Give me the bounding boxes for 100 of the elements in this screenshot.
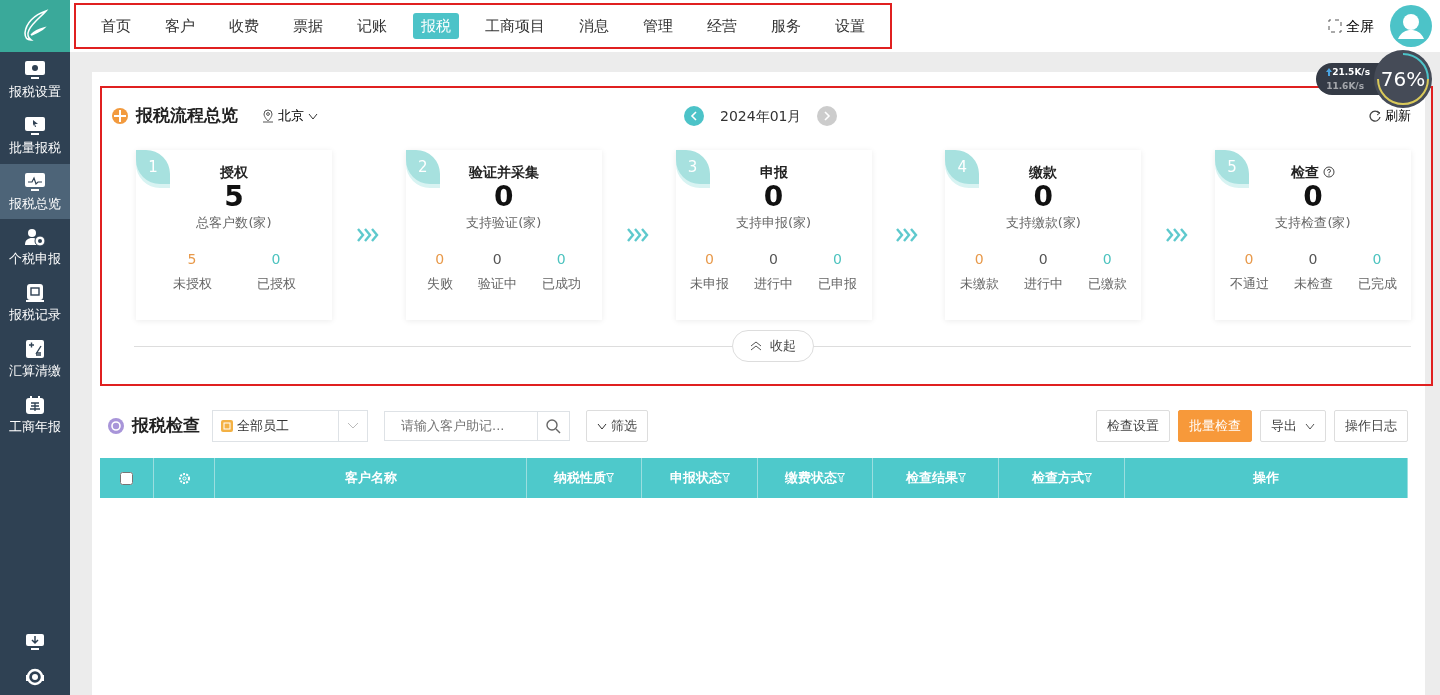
nav-tab[interactable]: 设置 (827, 12, 873, 40)
fullscreen-icon (1328, 19, 1342, 33)
search-icon[interactable] (546, 418, 561, 434)
stat-label: 进行中 (1023, 274, 1063, 293)
stat-value: 0 (1372, 249, 1382, 269)
filter-icon (957, 473, 966, 483)
search-field[interactable]: 请输入客户助记... (384, 411, 538, 441)
toolbar-button[interactable]: 操作日志 (1334, 410, 1408, 442)
stat-label: 已成功 (541, 274, 581, 293)
nav-tab[interactable]: 管理 (635, 12, 681, 40)
nav-tab[interactable]: 消息 (571, 12, 617, 40)
staff-select[interactable]: 全部员工 (212, 410, 368, 442)
stat-label: 失败 (426, 274, 453, 293)
step-total: 0 (1303, 182, 1323, 214)
step-total: 0 (494, 182, 514, 214)
stat-label: 进行中 (754, 274, 793, 293)
chevron-right-icon (823, 111, 832, 121)
stat-label: 已缴款 (1087, 274, 1127, 293)
stat-value: 0 (1038, 249, 1048, 269)
filter-icon (606, 473, 614, 483)
filter-icon (721, 473, 730, 483)
stat-label: 未授权 (172, 274, 212, 293)
stamp-icon (24, 283, 46, 303)
nav-tab[interactable]: 记账 (349, 12, 395, 40)
step-total: 0 (763, 182, 784, 214)
stat-value: 0 (769, 249, 778, 269)
step-title: 授权 (220, 163, 248, 182)
sidebar-item[interactable]: 个税申报 (0, 219, 70, 275)
sidebar-item[interactable]: 批量报税 (0, 107, 70, 164)
section-title: 报税流程总览 (136, 104, 238, 128)
select-all-checkbox[interactable] (120, 471, 133, 485)
double-chevron-icon (356, 228, 381, 242)
caret-icon (597, 422, 607, 430)
step-total-label: 总客户数(家) (196, 214, 272, 233)
sidebar-item[interactable]: 报税总览 (0, 163, 70, 220)
nav-tab[interactable]: 首页 (93, 12, 139, 40)
calculator-icon (24, 338, 46, 359)
stat-value: 5 (187, 249, 197, 269)
step-total-label: 支持验证(家) (466, 214, 542, 233)
download-speed: 11.6K/s (1326, 80, 1365, 93)
monitor-cursor-icon (24, 115, 46, 136)
collapse-button[interactable]: 收起 (731, 330, 814, 362)
nav-tab[interactable]: 工商项目 (477, 12, 553, 40)
double-chevron-icon (626, 228, 651, 242)
stat-label: 验证中 (477, 274, 517, 293)
upload-arrow-icon (1326, 68, 1333, 77)
stat-label: 未申报 (690, 274, 729, 293)
section-title: 报税检查 (132, 414, 200, 438)
stat-label: 已申报 (818, 274, 857, 293)
step-title: 缴款 (1029, 163, 1058, 182)
stat-label: 已授权 (256, 274, 296, 293)
monitor-pulse-icon (24, 171, 46, 192)
nav-tab[interactable]: 客户 (157, 12, 203, 40)
sidebar-item[interactable]: 报税记录 (0, 275, 70, 331)
region-value: 北京 (278, 107, 304, 126)
fullscreen-button[interactable]: 全屏 (1328, 15, 1374, 37)
sidebar-item[interactable]: 工商年报 (0, 386, 70, 443)
monitor-gear-icon (24, 60, 46, 80)
nav-tab[interactable]: 服务 (763, 12, 809, 40)
region-select[interactable]: 北京 (262, 106, 318, 126)
stat-value: 0 (705, 249, 714, 269)
nav-tab[interactable]: 经营 (699, 12, 745, 40)
stat-value: 0 (556, 249, 566, 269)
refresh-icon (1369, 110, 1381, 122)
target-icon (108, 418, 124, 434)
download-monitor-icon[interactable] (25, 633, 45, 651)
chevron-left-icon (690, 111, 698, 121)
stat-value: 0 (435, 249, 445, 269)
chevron-up-icon (749, 340, 762, 351)
stat-value: 0 (974, 249, 984, 269)
filter-icon (837, 473, 845, 483)
stat-value: 0 (1102, 249, 1112, 269)
filter-button[interactable]: 筛选 (586, 410, 648, 442)
stat-value: 0 (271, 249, 281, 269)
step-total-label: 支持检查(家) (1275, 214, 1351, 233)
period-label: 2024年01月 (720, 106, 802, 126)
stat-value: 0 (1244, 249, 1254, 269)
usage-ring-icon (1374, 50, 1432, 108)
help-icon (1323, 166, 1335, 179)
location-pin-icon (262, 109, 274, 123)
step-total-label: 支持缴款(家) (1005, 214, 1081, 233)
nav-tab[interactable]: 票据 (285, 12, 331, 40)
toolbar-button[interactable]: 检查设置 (1096, 410, 1170, 442)
stat-value: 0 (833, 249, 842, 269)
step-total-label: 支持申报(家) (735, 214, 812, 233)
sidebar-item[interactable]: 报税设置 (0, 52, 70, 108)
calendar-icon (24, 394, 46, 415)
stat-label: 未缴款 (959, 274, 999, 293)
step-title: 检查 (1291, 163, 1319, 182)
stat-value: 0 (492, 249, 502, 269)
sidebar-item[interactable]: 汇算清缴 (0, 330, 70, 387)
filter-icon (1083, 473, 1092, 483)
step-total: 5 (224, 182, 244, 214)
refresh-button[interactable]: 刷新 (1369, 106, 1411, 126)
nav-tab[interactable]: 收费 (221, 12, 267, 40)
person-coin-icon (24, 227, 46, 248)
stat-label: 已完成 (1357, 274, 1397, 293)
dropdown-button[interactable]: 导出 (1260, 410, 1326, 442)
step-title: 申报 (759, 163, 788, 182)
caret-icon (1305, 422, 1315, 430)
